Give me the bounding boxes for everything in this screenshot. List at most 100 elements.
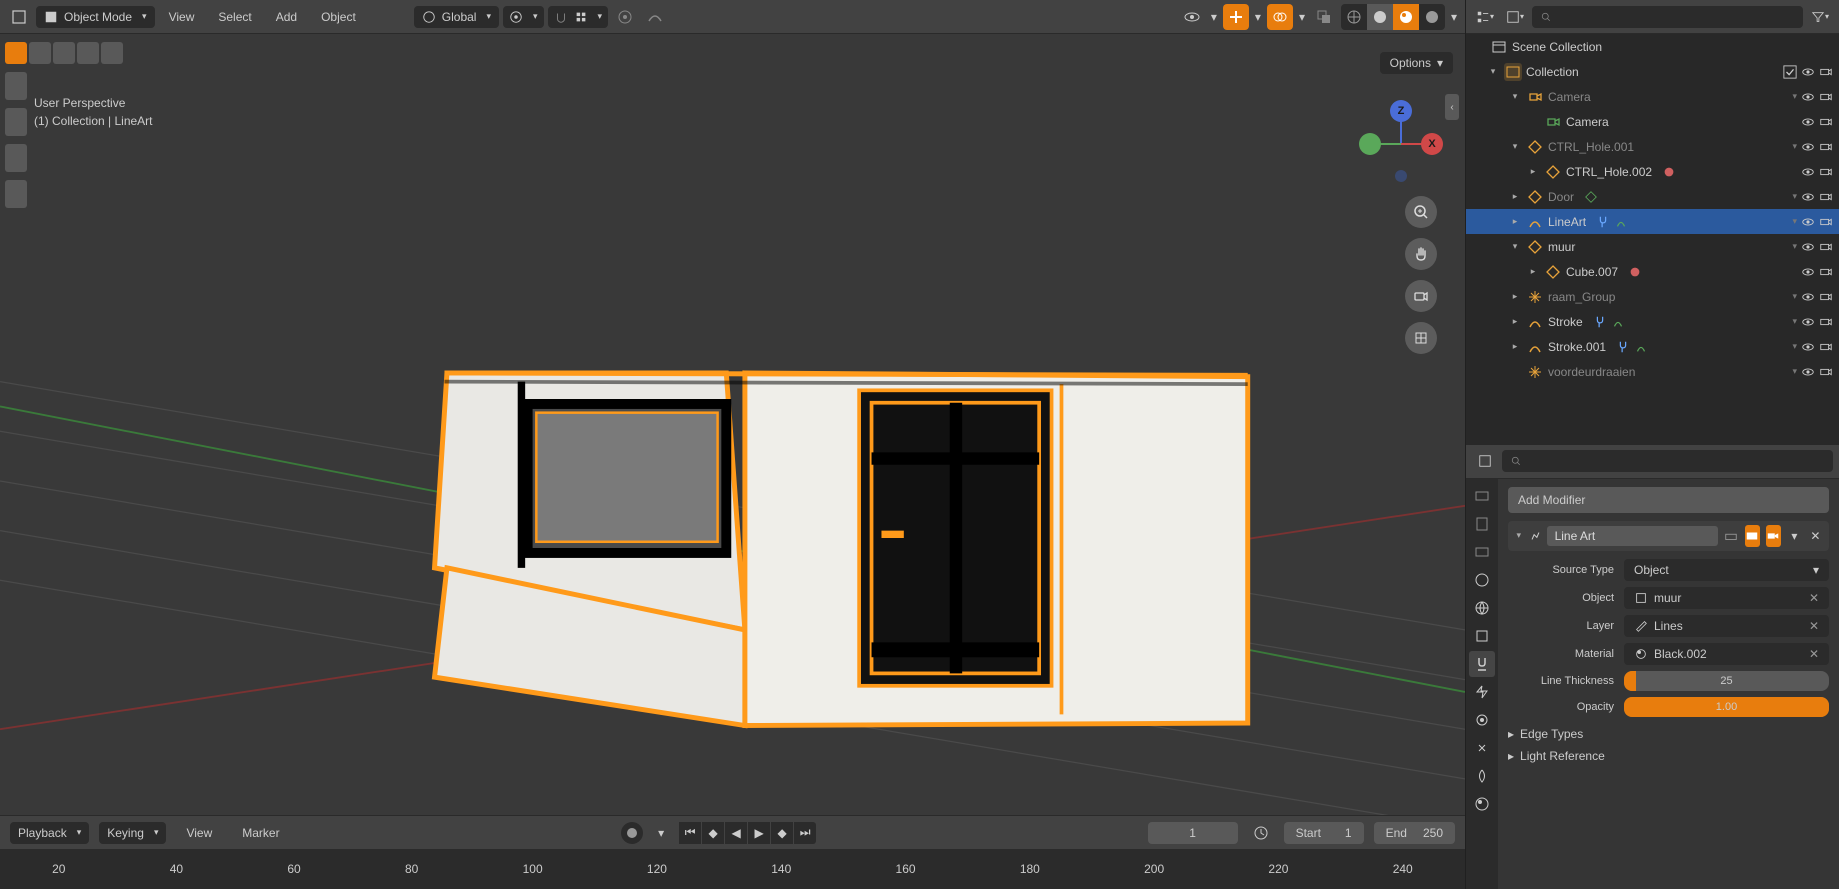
eye-icon[interactable] (1801, 90, 1815, 104)
timeline-menu-view[interactable]: View (176, 822, 222, 844)
camera-render-icon[interactable] (1819, 215, 1833, 229)
ptab-render-icon[interactable] (1469, 483, 1495, 509)
shading-rendered-icon[interactable] (1419, 4, 1445, 30)
xray-icon[interactable] (1311, 4, 1337, 30)
3d-viewport[interactable]: Options ▾ ‹ User Perspective (1) Collect… (0, 34, 1465, 815)
camera-render-icon[interactable] (1819, 315, 1833, 329)
auto-key-icon[interactable] (621, 822, 643, 844)
eye-icon[interactable] (1801, 165, 1815, 179)
frame-range-icon[interactable] (1248, 820, 1274, 846)
tree-row[interactable]: ▸Door▾ (1466, 184, 1839, 209)
proportional-curve-icon[interactable] (642, 4, 668, 30)
slider-line-thickness[interactable]: 25 (1624, 671, 1829, 691)
clear-icon[interactable]: ✕ (1809, 619, 1819, 633)
tree-row[interactable]: ▸Stroke.001▾ (1466, 334, 1839, 359)
proportional-edit-icon[interactable] (612, 4, 638, 30)
tree-row[interactable]: ▾CTRL_Hole.001▾ (1466, 134, 1839, 159)
camera-render-icon[interactable] (1819, 365, 1833, 379)
ptab-physics-icon[interactable] (1469, 707, 1495, 733)
mod-edit-icon[interactable] (1724, 525, 1739, 547)
keyframe-prev-icon[interactable]: ◆ (702, 822, 724, 844)
keyframe-next-icon[interactable]: ◆ (771, 822, 793, 844)
tree-row[interactable]: Camera (1466, 109, 1839, 134)
overlay-toggle-icon[interactable] (1267, 4, 1293, 30)
outliner-view-icon[interactable]: ▾ (1502, 4, 1528, 30)
properties-search-input[interactable] (1502, 450, 1833, 472)
field-object[interactable]: muur✕ (1624, 587, 1829, 609)
eye-icon[interactable] (1801, 315, 1815, 329)
tree-row[interactable]: ▸Stroke▾ (1466, 309, 1839, 334)
ptab-constraints-icon[interactable] (1469, 735, 1495, 761)
shading-wire-icon[interactable] (1341, 4, 1367, 30)
play-reverse-icon[interactable]: ◀ (725, 822, 747, 844)
eye-icon[interactable] (1801, 215, 1815, 229)
jump-end-icon[interactable]: ⏭ (794, 822, 816, 844)
eye-icon[interactable] (1801, 115, 1815, 129)
eye-icon[interactable] (1801, 340, 1815, 354)
jump-start-icon[interactable]: ⏮ (679, 822, 701, 844)
funnel-icon[interactable]: ▾ (1807, 4, 1833, 30)
outliner-tree[interactable]: Scene Collection ▾ Collection ▾Camera▾Ca… (1466, 34, 1839, 445)
start-frame-field[interactable]: Start 1 (1284, 822, 1364, 844)
menu-object[interactable]: Object (311, 6, 366, 28)
menu-add[interactable]: Add (266, 6, 307, 28)
camera-render-icon[interactable] (1819, 190, 1833, 204)
ptab-output-icon[interactable] (1469, 511, 1495, 537)
eye-icon[interactable] (1801, 190, 1815, 204)
ptab-view-icon[interactable] (1469, 539, 1495, 565)
gizmo-toggle-icon[interactable] (1223, 4, 1249, 30)
field-layer[interactable]: Lines✕ (1624, 615, 1829, 637)
eye-icon[interactable] (1801, 290, 1815, 304)
shading-material-icon[interactable] (1393, 4, 1419, 30)
clear-icon[interactable]: ✕ (1809, 647, 1819, 661)
menu-view[interactable]: View (159, 6, 205, 28)
tree-row[interactable]: ▾muur▾ (1466, 234, 1839, 259)
camera-render-icon[interactable] (1819, 65, 1833, 79)
camera-render-icon[interactable] (1819, 290, 1833, 304)
play-icon[interactable]: ▶ (748, 822, 770, 844)
camera-render-icon[interactable] (1819, 340, 1833, 354)
tree-row[interactable]: ▸raam_Group▾ (1466, 284, 1839, 309)
section-light-reference[interactable]: ▸Light Reference (1508, 745, 1829, 767)
eye-icon[interactable] (1801, 240, 1815, 254)
mode-dropdown[interactable]: Object Mode ▾ (36, 6, 155, 28)
camera-render-icon[interactable] (1819, 240, 1833, 254)
modifier-name-field[interactable] (1547, 526, 1718, 546)
add-modifier-button[interactable]: Add Modifier (1508, 487, 1829, 513)
camera-render-icon[interactable] (1819, 115, 1833, 129)
tree-row[interactable]: ▸Cube.007 (1466, 259, 1839, 284)
snap-dropdown[interactable]: ▾ (548, 6, 609, 28)
camera-render-icon[interactable] (1819, 140, 1833, 154)
ptab-fx-icon[interactable] (1469, 679, 1495, 705)
pivot-dropdown[interactable]: ▾ (503, 6, 544, 28)
mod-extra-icon[interactable]: ▾ (1787, 525, 1802, 547)
outliner-display-icon[interactable]: ▾ (1472, 4, 1498, 30)
keying-dropdown[interactable]: Keying▾ (99, 822, 166, 844)
ptab-scene-icon[interactable] (1469, 567, 1495, 593)
outliner-search-input[interactable] (1532, 6, 1803, 28)
eye-icon[interactable] (1801, 140, 1815, 154)
ptab-modifiers-icon[interactable] (1469, 651, 1495, 677)
field-source-type[interactable]: Object▾ (1624, 559, 1829, 581)
tree-row[interactable]: ▾Camera▾ (1466, 84, 1839, 109)
tree-row-scene-collection[interactable]: Scene Collection (1466, 34, 1839, 59)
eye-icon[interactable] (1801, 265, 1815, 279)
timeline-ruler[interactable]: 20 40 60 80 100 120 140 160 180 200 220 … (0, 849, 1465, 889)
checkbox-icon[interactable] (1783, 65, 1797, 79)
section-edge-types[interactable]: ▸Edge Types (1508, 723, 1829, 745)
ptab-material-icon[interactable] (1469, 791, 1495, 817)
ptab-object-icon[interactable] (1469, 623, 1495, 649)
tree-row[interactable]: ▸CTRL_Hole.002 (1466, 159, 1839, 184)
shading-solid-icon[interactable] (1367, 4, 1393, 30)
ptab-data-icon[interactable] (1469, 763, 1495, 789)
eye-icon[interactable] (1801, 65, 1815, 79)
tree-row[interactable]: ▸LineArt▾ (1466, 209, 1839, 234)
editor-type-icon[interactable] (6, 4, 32, 30)
visibility-icon[interactable] (1179, 4, 1205, 30)
ptab-world-icon[interactable] (1469, 595, 1495, 621)
tree-row[interactable]: voordeurdraaien▾ (1466, 359, 1839, 384)
camera-render-icon[interactable] (1819, 165, 1833, 179)
mod-render-icon[interactable] (1766, 525, 1781, 547)
mod-close-icon[interactable]: ✕ (1808, 525, 1823, 547)
end-frame-field[interactable]: End 250 (1374, 822, 1455, 844)
